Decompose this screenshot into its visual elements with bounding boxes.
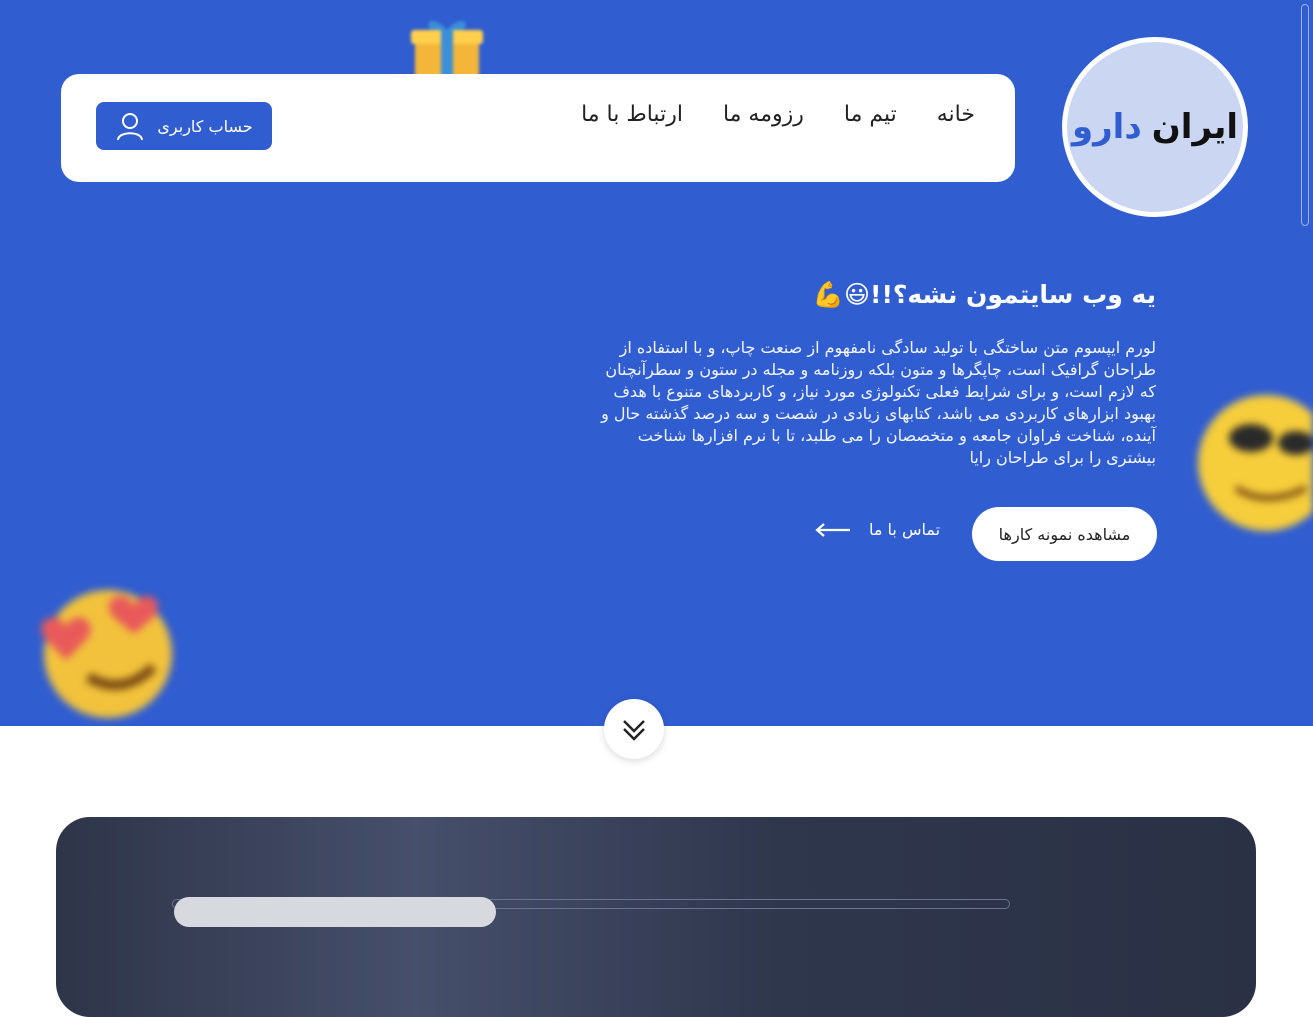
hero-section: خانه تیم ما رزومه ما ارتباط با ما حساب ک… bbox=[0, 0, 1313, 726]
double-chevron-down-icon bbox=[623, 720, 645, 741]
nav-item-contact[interactable]: ارتباط با ما bbox=[581, 102, 683, 127]
account-button[interactable]: حساب کاربری bbox=[96, 102, 272, 150]
nav-links: خانه تیم ما رزومه ما ارتباط با ما bbox=[581, 102, 975, 127]
nav-item-team[interactable]: تیم ما bbox=[844, 102, 897, 127]
view-portfolio-button[interactable]: مشاهده نمونه کارها bbox=[972, 507, 1157, 561]
top-navbar: خانه تیم ما رزومه ما ارتباط با ما حساب ک… bbox=[61, 74, 1015, 182]
gift-icon bbox=[411, 20, 483, 78]
nav-item-home[interactable]: خانه bbox=[937, 102, 975, 127]
brand-logo[interactable]: ایران دارو bbox=[1062, 37, 1248, 217]
card-pill bbox=[174, 897, 496, 927]
arrow-left-icon bbox=[815, 522, 850, 537]
brand-name-part2: دارو bbox=[1071, 107, 1142, 147]
account-button-label: حساب کاربری bbox=[157, 116, 253, 136]
nav-item-resume[interactable]: رزومه ما bbox=[723, 102, 804, 127]
scroll-down-button[interactable] bbox=[604, 699, 664, 759]
cool-emoji-icon bbox=[1198, 395, 1313, 531]
user-icon bbox=[117, 113, 144, 141]
heart-eyes-emoji-icon bbox=[41, 590, 172, 718]
scrollbar[interactable] bbox=[1301, 4, 1309, 226]
hero-paragraph: لورم ایپسوم متن ساختگی با تولید سادگی نا… bbox=[601, 338, 1156, 467]
contact-us-link[interactable]: تماس با ما bbox=[815, 520, 940, 539]
dark-feature-card bbox=[56, 817, 1256, 1017]
contact-us-label: تماس با ما bbox=[869, 520, 941, 539]
brand-name-part1: ایران bbox=[1151, 107, 1239, 147]
hero-headline: یه وب سایتمون نشه؟!!😃💪 bbox=[812, 280, 1156, 309]
